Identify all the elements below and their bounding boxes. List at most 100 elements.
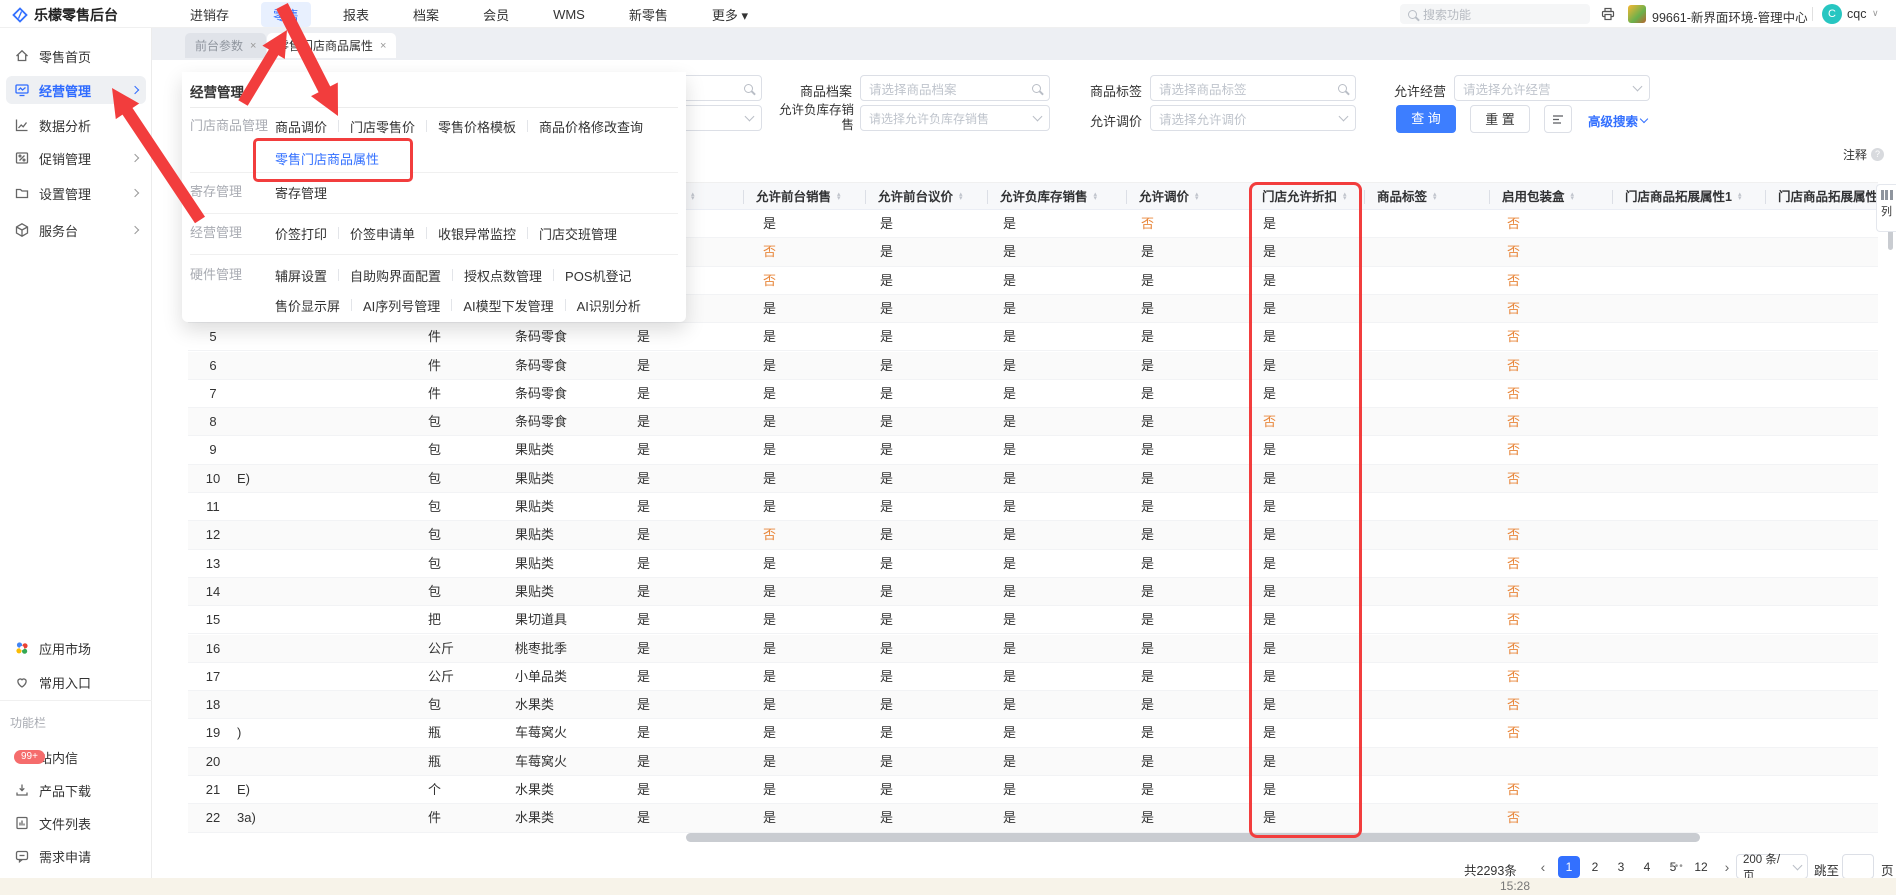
menu-item-零售门店商品属性[interactable]: 零售门店商品属性 <box>275 149 379 168</box>
menu-item-授权点数管理[interactable]: 授权点数管理 <box>464 266 542 285</box>
user-name[interactable]: cqc <box>1847 7 1866 21</box>
pagination-page-4[interactable]: 4 <box>1636 856 1658 878</box>
sort-carets-icon[interactable]: ▴ ▾ <box>1433 191 1437 202</box>
global-search-input[interactable]: 搜索功能 <box>1400 4 1590 24</box>
table-row[interactable]: 15 把 果切道具 是 是 是 是 是 是 否 <box>188 606 1878 635</box>
top-menu-item-WMS[interactable]: WMS <box>541 4 597 25</box>
menu-item-AI识别分析[interactable]: AI识别分析 <box>577 296 641 315</box>
user-menu-caret-icon[interactable]: ∨ <box>1872 8 1879 19</box>
sort-carets-icon[interactable]: ▴ ▾ <box>959 191 963 202</box>
tab-前台参数[interactable]: 前台参数 × <box>185 33 267 58</box>
sort-carets-icon[interactable]: ▴ ▾ <box>1195 191 1199 202</box>
menu-item-AI序列号管理[interactable]: AI序列号管理 <box>363 296 440 315</box>
column-header-允许调价[interactable]: 允许调价 ▴ ▾ <box>1139 183 1199 211</box>
menu-item-门店交班管理[interactable]: 门店交班管理 <box>539 224 617 243</box>
table-header-sort-stub[interactable]: ▴ ▾ <box>689 183 695 211</box>
top-menu-item-进销存[interactable]: 进销存 <box>178 2 241 27</box>
page-size-select[interactable]: 200 条/页 <box>1736 854 1808 882</box>
column-header-商品标签[interactable]: 商品标签 ▴ ▾ <box>1377 183 1437 211</box>
table-row[interactable]: 14 包 果贴类 是 是 是 是 是 是 否 <box>188 577 1878 607</box>
sidebar-item-文件列表[interactable]: 文件列表 <box>6 809 146 837</box>
table-row[interactable]: 18 包 水果类 是 是 是 是 是 是 否 <box>188 691 1878 720</box>
pagination-page-1[interactable]: 1 <box>1558 856 1580 878</box>
menu-item-收银异常监控[interactable]: 收银异常监控 <box>438 224 516 243</box>
sort-carets-icon[interactable]: ▴ ▾ <box>1094 191 1098 202</box>
user-avatar[interactable]: C <box>1822 4 1842 24</box>
sort-carets-icon[interactable]: ▴ ▾ <box>837 191 841 202</box>
column-header-门店允许折扣[interactable]: 门店允许折扣 ▴ ▾ <box>1262 183 1347 211</box>
sidebar-item-常用入口[interactable]: 常用入口 <box>6 668 146 696</box>
table-row[interactable]: 21 E) 个 水果类 是 是 是 是 是 是 否 <box>188 776 1878 805</box>
table-row[interactable]: 22 3a) 件 水果类 是 是 是 是 是 是 否 <box>188 804 1878 833</box>
goods-tag-input[interactable]: 请选择商品标签 <box>1150 75 1356 101</box>
menu-item-AI模型下发管理[interactable]: AI模型下发管理 <box>463 296 553 315</box>
column-header-门店商品拓展属性1[interactable]: 门店商品拓展属性1 ▴ ▾ <box>1625 183 1741 211</box>
tab-close-icon[interactable]: × <box>250 40 256 52</box>
menu-item-价签申请单[interactable]: 价签申请单 <box>350 224 415 243</box>
query-button[interactable]: 查 询 <box>1396 105 1456 133</box>
filter-settings-button[interactable] <box>1544 105 1572 133</box>
sidebar-item-站内信[interactable]: 站内信 99+ <box>6 743 146 771</box>
tab-零售门店商品属性[interactable]: 零售门店商品属性 × <box>267 33 397 58</box>
tab-close-icon[interactable]: × <box>380 40 386 52</box>
menu-item-商品调价[interactable]: 商品调价 <box>275 117 327 136</box>
menu-item-自助购界面配置[interactable]: 自助购界面配置 <box>350 266 441 285</box>
column-header-允许前台销售[interactable]: 允许前台销售 ▴ ▾ <box>756 183 841 211</box>
top-menu-item-新零售[interactable]: 新零售 <box>617 2 680 27</box>
pagination-page-3[interactable]: 3 <box>1610 856 1632 878</box>
top-menu-item-报表[interactable]: 报表 <box>331 2 381 27</box>
menu-item-售价显示屏[interactable]: 售价显示屏 <box>275 296 340 315</box>
menu-item-价签打印[interactable]: 价签打印 <box>275 224 327 243</box>
sidebar-item-零售首页[interactable]: 零售首页 <box>6 42 146 70</box>
table-row[interactable]: 20 瓶 车莓窝火 是 是 是 是 是 是 <box>188 747 1878 776</box>
table-row[interactable]: 11 包 果贴类 是 是 是 是 是 是 <box>188 493 1878 522</box>
column-settings-tab[interactable]: 列 <box>1876 184 1896 232</box>
pagination-page-2[interactable]: 2 <box>1584 856 1606 878</box>
menu-item-门店零售价[interactable]: 门店零售价 <box>350 117 415 136</box>
pagination-next-button[interactable]: › <box>1716 856 1738 878</box>
sidebar-item-应用市场[interactable]: 应用市场 <box>6 634 146 662</box>
pagination-page-12[interactable]: 12 <box>1690 856 1712 878</box>
table-row[interactable]: 8 包 条码零食 是 是 是 是 是 否 否 <box>188 408 1878 437</box>
horizontal-scrollbar[interactable] <box>686 833 1700 842</box>
table-row[interactable]: 16 公斤 桃枣批季 是 是 是 是 是 是 否 <box>188 634 1878 663</box>
sidebar-item-设置管理[interactable]: 设置管理 <box>6 179 146 207</box>
note-label[interactable]: 注释 ? <box>1843 146 1885 163</box>
table-row[interactable]: 7 件 条码零食 是 是 是 是 是 是 否 <box>188 380 1878 409</box>
reset-button[interactable]: 重 置 <box>1470 105 1530 133</box>
printer-icon[interactable] <box>1600 6 1616 25</box>
column-header-允许负库存销售[interactable]: 允许负库存销售 ▴ ▾ <box>1000 183 1097 211</box>
menu-item-零售价格模板[interactable]: 零售价格模板 <box>438 117 516 136</box>
pagination-prev-button[interactable]: ‹ <box>1532 856 1554 878</box>
sidebar-item-数据分析[interactable]: 数据分析 <box>6 111 146 139</box>
sidebar-item-需求申请[interactable]: 需求申请 <box>6 842 146 870</box>
allow-operate-select[interactable]: 请选择允许经营 <box>1454 75 1650 101</box>
sidebar-item-促销管理[interactable]: 促销管理 <box>6 144 146 172</box>
top-menu-item-档案[interactable]: 档案 <box>401 2 451 27</box>
table-row[interactable]: 5 件 条码零食 是 是 是 是 是 是 否 <box>188 323 1878 352</box>
table-row[interactable]: 9 包 果贴类 是 是 是 是 是 是 否 <box>188 436 1878 465</box>
sidebar-item-服务台[interactable]: 服务台 <box>6 216 146 244</box>
top-menu-item-零售[interactable]: 零售 <box>261 1 312 27</box>
table-row[interactable]: 6 件 条码零食 是 是 是 是 是 是 否 <box>188 351 1878 380</box>
advanced-search-link[interactable]: 高级搜索 <box>1588 111 1649 130</box>
column-header-允许前台议价[interactable]: 允许前台议价 ▴ ▾ <box>878 183 963 211</box>
tenant-avatar[interactable] <box>1628 5 1646 23</box>
table-row[interactable]: 13 包 果贴类 是 是 是 是 是 是 否 <box>188 550 1878 578</box>
sort-carets-icon[interactable]: ▴ ▾ <box>1343 191 1347 202</box>
column-header-启用包装盒[interactable]: 启用包装盒 ▴ ▾ <box>1502 183 1574 211</box>
sort-carets-icon[interactable]: ▴ ▾ <box>1738 191 1742 202</box>
top-menu-item-更多[interactable]: 更多 ▾ <box>700 2 760 27</box>
table-row[interactable]: 10 E) 包 果贴类 是 是 是 是 是 是 否 <box>188 464 1878 493</box>
menu-item-商品价格修改查询[interactable]: 商品价格修改查询 <box>539 117 643 136</box>
menu-item-寄存管理[interactable]: 寄存管理 <box>275 183 327 202</box>
pagination-ellipsis[interactable]: ••• <box>1666 856 1688 878</box>
sidebar-item-产品下载[interactable]: 产品下载 <box>6 776 146 804</box>
tenant-name[interactable]: 99661-新界面环境-管理中心 <box>1652 7 1808 26</box>
table-row[interactable]: 12 包 果贴类 是 否 是 是 是 是 否 <box>188 521 1878 550</box>
jump-page-input[interactable] <box>1842 854 1874 879</box>
menu-item-POS机登记[interactable]: POS机登记 <box>565 266 631 285</box>
menu-item-辅屏设置[interactable]: 辅屏设置 <box>275 266 327 285</box>
goods-archive-input[interactable]: 请选择商品档案 <box>860 75 1050 101</box>
neg-stock-select[interactable]: 请选择允许负库存销售 <box>860 105 1050 131</box>
